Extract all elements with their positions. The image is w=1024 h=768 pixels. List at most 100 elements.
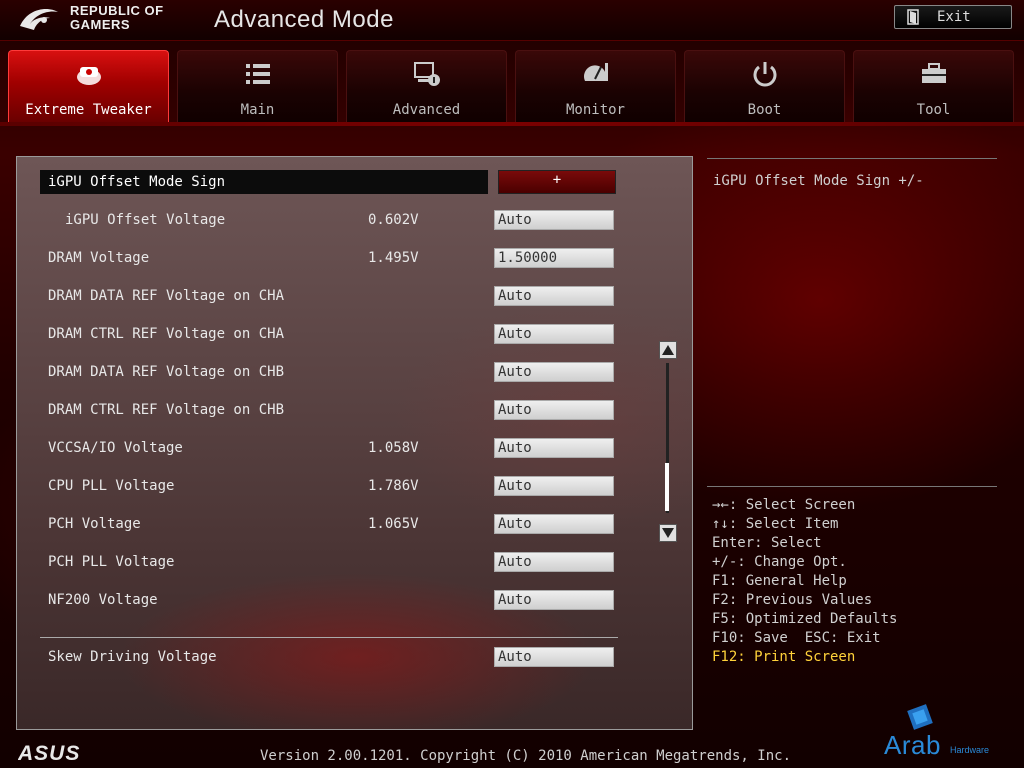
setting-label: DRAM DATA REF Voltage on CHB: [48, 364, 285, 380]
brand-line-1: REPUBLIC OF: [70, 3, 164, 18]
tab-extreme-tweaker[interactable]: Extreme Tweaker: [8, 50, 169, 122]
setting-value-field[interactable]: Auto: [494, 286, 614, 306]
exit-label: Exit: [937, 9, 971, 25]
advanced-icon: [414, 62, 440, 86]
setting-value-button[interactable]: +: [498, 170, 616, 194]
brand-text: REPUBLIC OF GAMERS: [70, 4, 164, 32]
setting-value-field[interactable]: Auto: [494, 324, 614, 344]
help-divider-top: [707, 158, 997, 159]
tab-label: Extreme Tweaker: [25, 102, 152, 118]
setting-label: PCH PLL Voltage: [48, 554, 175, 570]
setting-reading: 1.065V: [368, 516, 419, 532]
setting-reading: 1.786V: [368, 478, 419, 494]
setting-label: CPU PLL Voltage: [48, 478, 175, 494]
setting-value-field[interactable]: Auto: [494, 210, 614, 230]
help-description: iGPU Offset Mode Sign +/-: [713, 173, 924, 189]
tab-monitor[interactable]: Monitor: [515, 50, 676, 122]
tab-label: Tool: [916, 102, 951, 118]
monitor-gauge-icon: [584, 63, 608, 81]
version-text: Version 2.00.1201. Copyright (C) 2010 Am…: [260, 748, 792, 764]
key-hint: F10: Save ESC: Exit: [712, 630, 881, 646]
scrollbar-thumb[interactable]: [665, 463, 669, 511]
tab-main[interactable]: Main: [177, 50, 338, 122]
setting-label: DRAM Voltage: [48, 250, 150, 266]
tab-tool[interactable]: Tool: [853, 50, 1014, 122]
setting-reading: 0.602V: [368, 212, 419, 228]
help-divider-bottom: [707, 486, 997, 487]
setting-row-dram-ctrl-ref-cha[interactable]: DRAM CTRL REF Voltage on CHA Auto: [17, 322, 657, 348]
arrow-down-icon: [662, 528, 674, 538]
footer-bar: ASUS Version 2.00.1201. Copyright (C) 20…: [0, 738, 1024, 768]
exit-door-icon: [907, 9, 919, 25]
setting-label: DRAM CTRL REF Voltage on CHA: [48, 326, 285, 342]
tab-underline: [0, 122, 1024, 126]
setting-label: iGPU Offset Mode Sign: [48, 174, 226, 190]
setting-value-field[interactable]: Auto: [494, 438, 614, 458]
setting-value-field[interactable]: Auto: [494, 647, 614, 667]
key-hint-print-screen: F12: Print Screen: [712, 649, 856, 665]
tab-advanced[interactable]: Advanced: [346, 50, 507, 122]
scroll-down-button[interactable]: [659, 524, 677, 542]
key-legend: →←: Select Screen ↑↓: Select Item Enter:…: [712, 496, 897, 667]
setting-row-nf200-voltage[interactable]: NF200 Voltage Auto: [17, 588, 657, 614]
toolbox-icon: [922, 63, 946, 83]
setting-row-dram-ctrl-ref-chb[interactable]: DRAM CTRL REF Voltage on CHB Auto: [17, 398, 657, 424]
setting-row-vccsa-io-voltage[interactable]: VCCSA/IO Voltage 1.058V Auto: [17, 436, 657, 462]
setting-row-skew-driving-voltage[interactable]: Skew Driving Voltage Auto: [17, 645, 657, 671]
setting-row-igpu-offset-mode-sign[interactable]: iGPU Offset Mode Sign +: [17, 170, 657, 196]
list-icon: [246, 64, 270, 84]
header-bar: REPUBLIC OF GAMERS Advanced Mode Exit: [0, 0, 1024, 41]
setting-row-igpu-offset-voltage[interactable]: iGPU Offset Voltage 0.602V Auto: [17, 208, 657, 234]
scroll-up-button[interactable]: [659, 341, 677, 359]
asus-logo-text: ASUS: [18, 743, 80, 763]
setting-row-dram-data-ref-chb[interactable]: DRAM DATA REF Voltage on CHB Auto: [17, 360, 657, 386]
setting-label: DRAM CTRL REF Voltage on CHB: [48, 402, 285, 418]
setting-value-field[interactable]: Auto: [494, 476, 614, 496]
asus-logo-icon: ASUS: [18, 743, 80, 763]
setting-value-field[interactable]: Auto: [494, 590, 614, 610]
setting-reading: 1.058V: [368, 440, 419, 456]
brand-line-2: GAMERS: [70, 17, 131, 32]
page-title: Advanced Mode: [214, 6, 394, 33]
setting-row-dram-data-ref-cha[interactable]: DRAM DATA REF Voltage on CHA Auto: [17, 284, 657, 310]
watermark-text: Arab: [884, 730, 941, 760]
setting-value-field[interactable]: 1.50000: [494, 248, 614, 268]
chip-icon: [907, 704, 933, 730]
setting-reading: 1.495V: [368, 250, 419, 266]
settings-panel: iGPU Offset Mode Sign + iGPU Offset Volt…: [16, 156, 693, 730]
setting-label: DRAM DATA REF Voltage on CHA: [48, 288, 285, 304]
tab-label: Boot: [747, 102, 782, 118]
tab-bar: Extreme Tweaker Main Advanced Monitor Bo…: [8, 50, 1016, 122]
setting-label: NF200 Voltage: [48, 592, 158, 608]
setting-label: VCCSA/IO Voltage: [48, 440, 183, 456]
tab-label: Monitor: [565, 102, 625, 118]
setting-row-dram-voltage[interactable]: DRAM Voltage 1.495V 1.50000: [17, 246, 657, 272]
key-hint: F1: General Help: [712, 573, 847, 589]
power-icon: [753, 62, 777, 87]
key-hint: →←: Select Screen: [712, 497, 856, 513]
setting-row-pch-pll-voltage[interactable]: PCH PLL Voltage Auto: [17, 550, 657, 576]
key-hint: +/-: Change Opt.: [712, 554, 847, 570]
tweaker-icon: [77, 67, 101, 85]
arrow-up-icon: [662, 345, 674, 355]
setting-value-field[interactable]: Auto: [494, 362, 614, 382]
watermark-subtext: Hardware: [950, 745, 990, 755]
exit-button[interactable]: Exit: [894, 5, 1012, 29]
key-hint: Enter: Select: [712, 535, 822, 551]
setting-row-pch-voltage[interactable]: PCH Voltage 1.065V Auto: [17, 512, 657, 538]
section-divider: [40, 637, 618, 638]
setting-label: iGPU Offset Voltage: [65, 212, 226, 228]
setting-value-field[interactable]: Auto: [494, 400, 614, 420]
tab-boot[interactable]: Boot: [684, 50, 845, 122]
setting-row-cpu-pll-voltage[interactable]: CPU PLL Voltage 1.786V Auto: [17, 474, 657, 500]
setting-label: PCH Voltage: [48, 516, 141, 532]
tab-label: Advanced: [392, 102, 461, 118]
key-hint: F2: Previous Values: [712, 592, 873, 608]
setting-value-field[interactable]: Auto: [494, 514, 614, 534]
setting-label: Skew Driving Voltage: [48, 649, 217, 665]
key-hint: F5: Optimized Defaults: [712, 611, 898, 627]
key-hint: ↑↓: Select Item: [712, 516, 839, 532]
watermark-logo: Arab Hardware: [882, 702, 1016, 762]
tab-label: Main: [240, 102, 275, 118]
setting-value-field[interactable]: Auto: [494, 552, 614, 572]
